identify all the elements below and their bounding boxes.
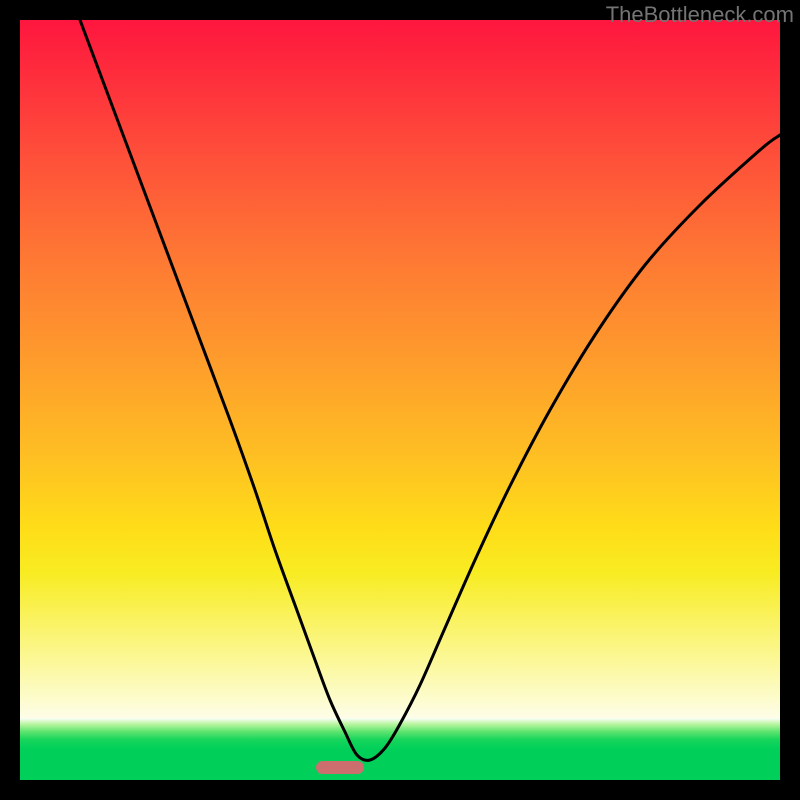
plot-area bbox=[20, 20, 780, 780]
watermark-text: TheBottleneck.com bbox=[606, 2, 794, 28]
chart-frame bbox=[20, 20, 780, 780]
bottleneck-curve bbox=[20, 20, 780, 780]
min-point-marker bbox=[316, 761, 364, 774]
